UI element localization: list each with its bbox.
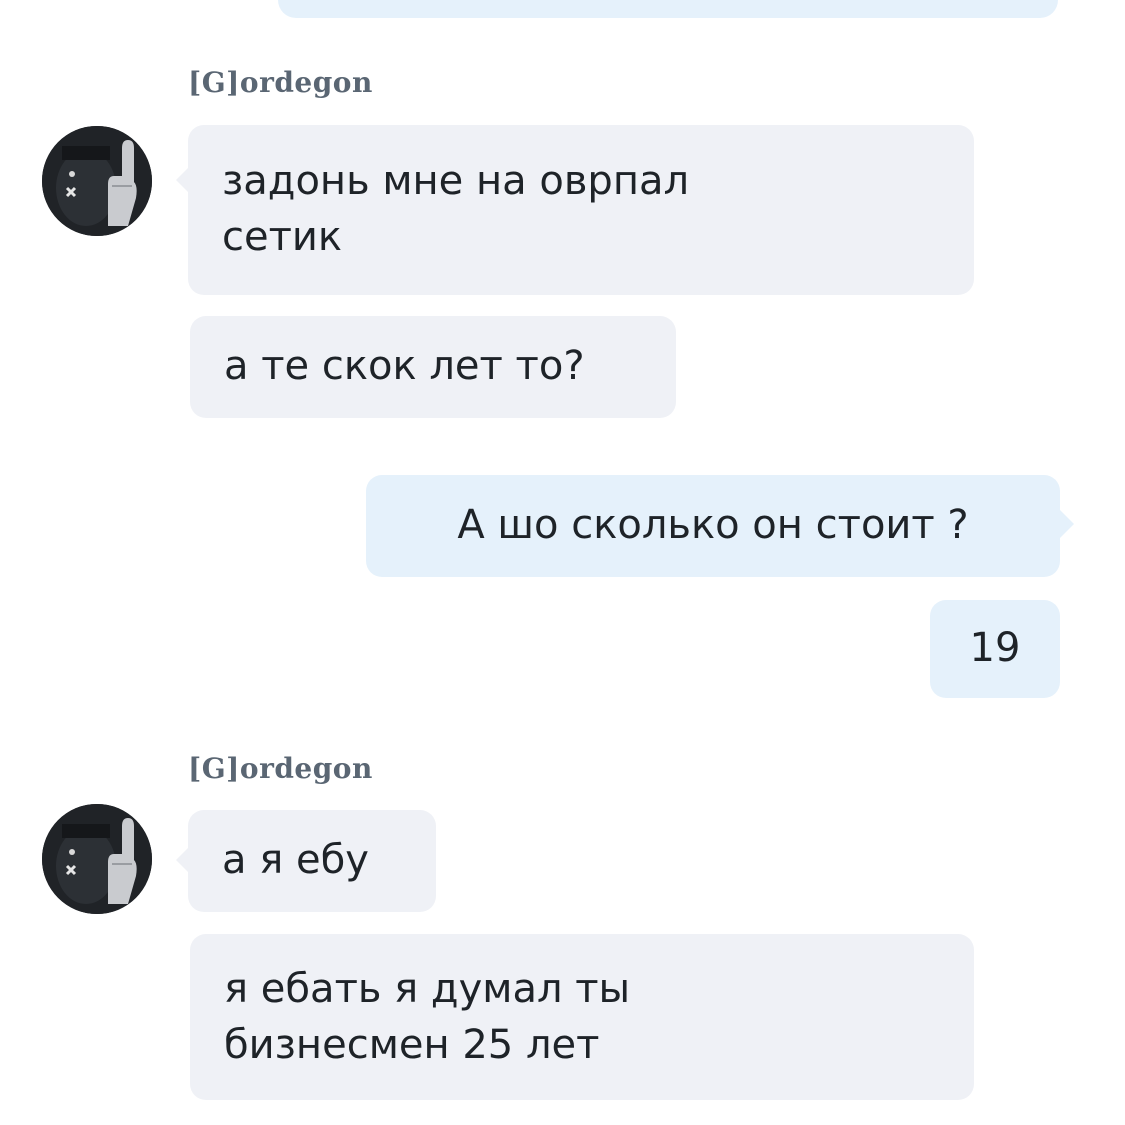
sender-avatar[interactable] xyxy=(42,804,152,914)
incoming-message-bubble[interactable]: задонь мне на оврпал сетик xyxy=(188,125,974,295)
outgoing-message-bubble[interactable]: 19 xyxy=(930,600,1060,698)
sender-avatar[interactable] xyxy=(42,126,152,236)
outgoing-message-bubble[interactable]: А шо сколько он стоит ? xyxy=(366,475,1060,577)
sender-name[interactable]: [G]ordegon xyxy=(188,752,373,785)
sender-name[interactable]: [G]ordegon xyxy=(188,66,373,99)
incoming-message-bubble[interactable]: я ебать я думал ты бизнесмен 25 лет xyxy=(190,934,974,1100)
chat-conversation: [G]ordegon задонь мне на оврпал сетик а … xyxy=(0,0,1125,1125)
previous-outgoing-message-bubble[interactable] xyxy=(278,0,1058,18)
incoming-message-bubble[interactable]: а я ебу xyxy=(188,810,436,912)
masked-person-middle-finger-icon xyxy=(42,804,152,914)
masked-person-middle-finger-icon xyxy=(42,126,152,236)
bubble-tail xyxy=(1060,510,1074,538)
incoming-message-bubble[interactable]: а те скок лет то? xyxy=(190,316,676,418)
